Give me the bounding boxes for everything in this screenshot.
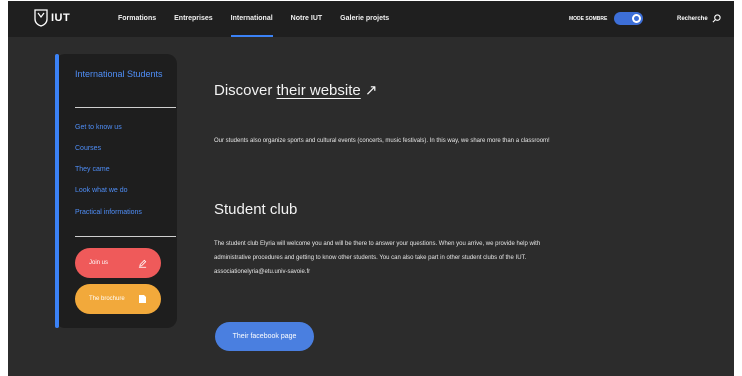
discover-heading: Discover their website ↗: [214, 81, 377, 99]
nav-notre-iut[interactable]: Notre IUT: [291, 15, 323, 22]
logo-text: IUT: [51, 11, 71, 24]
pencil-icon: [138, 259, 147, 268]
search-button[interactable]: Recherche: [677, 14, 721, 23]
sidebar-item-they-came[interactable]: They came: [75, 166, 110, 173]
brochure-label: The brochure: [89, 296, 125, 302]
sidebar-title[interactable]: International Students: [75, 67, 165, 82]
search-label: Recherche: [677, 15, 708, 22]
join-us-button[interactable]: Join us: [75, 248, 161, 278]
nav-international[interactable]: International: [230, 15, 273, 37]
top-navigation-bar: IUT Formations Entreprises International…: [8, 1, 734, 37]
document-icon: [139, 295, 146, 303]
search-icon: [712, 14, 721, 23]
moon-icon: [632, 14, 641, 23]
nav-entreprises[interactable]: Entreprises: [174, 15, 213, 22]
student-club-heading: Student club: [214, 201, 298, 218]
sidebar-item-get-to-know-us[interactable]: Get to know us: [75, 124, 122, 131]
sidebar-accent-bar: [55, 54, 59, 328]
dark-mode-toggle[interactable]: [614, 12, 643, 25]
events-paragraph: Our students also organize sports and cu…: [214, 138, 550, 144]
student-club-email[interactable]: associationelyria@etu.univ-savoie.fr: [214, 265, 634, 279]
join-us-label: Join us: [89, 260, 109, 266]
dark-mode-label: MODE SOMBRE: [569, 16, 608, 22]
discover-heading-text: Discover: [214, 82, 277, 99]
facebook-page-button[interactable]: Their facebook page: [215, 322, 314, 351]
student-club-line-1: The student club Elyria will welcome you…: [214, 241, 541, 247]
sidebar-item-courses[interactable]: Courses: [75, 145, 101, 152]
external-link-icon[interactable]: ↗: [361, 82, 378, 99]
student-club-line-2: administrative procedures and getting to…: [214, 255, 527, 261]
main-nav: Formations Entreprises International Not…: [118, 15, 407, 37]
iut-logo[interactable]: IUT: [34, 9, 70, 27]
sidebar-divider-bottom: [75, 236, 176, 237]
page-frame: IUT Formations Entreprises International…: [8, 1, 734, 376]
nav-formations[interactable]: Formations: [118, 15, 156, 22]
sidebar-item-practical-informations[interactable]: Practical informations: [75, 209, 142, 216]
nav-galerie-projets[interactable]: Galerie projets: [340, 15, 389, 22]
shield-logo-icon: [34, 9, 48, 27]
sidebar-divider-top: [75, 107, 176, 108]
website-link[interactable]: their website: [277, 82, 361, 99]
sidebar-item-look-what-we-do[interactable]: Look what we do: [75, 187, 128, 194]
brochure-button[interactable]: The brochure: [75, 284, 161, 314]
